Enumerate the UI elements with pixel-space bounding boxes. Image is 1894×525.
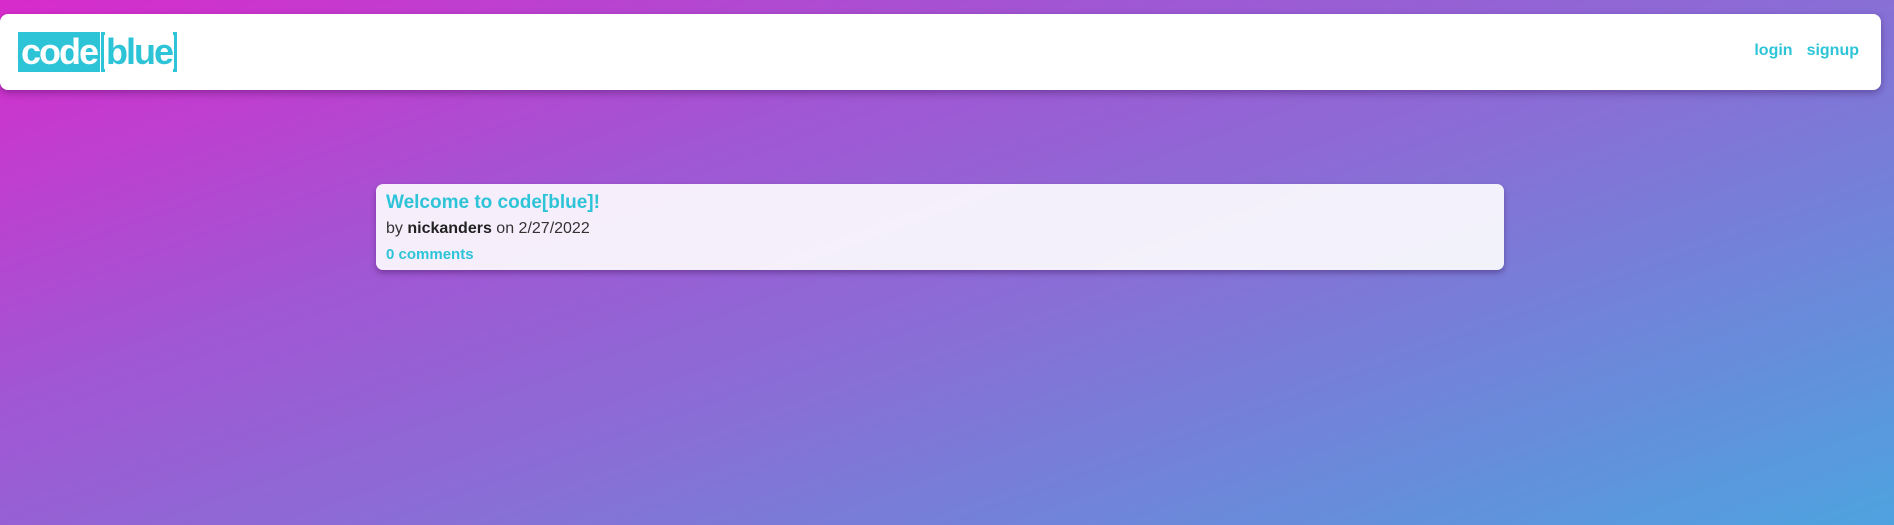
post-card: Welcome to code[blue]! by nickanders on … xyxy=(376,184,1504,270)
post-date: 2/27/2022 xyxy=(518,220,590,237)
post-author: nickanders xyxy=(407,220,492,237)
top-navbar: code blue login signup xyxy=(0,14,1881,90)
login-link[interactable]: login xyxy=(1754,42,1792,60)
post-by-label: by xyxy=(386,220,403,237)
post-on-label: on xyxy=(496,220,515,237)
logo-right-bracket xyxy=(173,32,178,72)
signup-link[interactable]: signup xyxy=(1807,42,1859,60)
logo-blue-text: blue xyxy=(106,31,174,72)
logo-code-text: code xyxy=(18,32,101,72)
post-meta: by nickanders on 2/27/2022 xyxy=(386,220,1494,238)
site-logo[interactable]: code blue xyxy=(18,31,178,72)
post-title-link[interactable]: Welcome to code[blue]! xyxy=(386,192,1494,214)
nav-links: login signup xyxy=(1754,42,1859,60)
post-comments-link[interactable]: 0 comments xyxy=(386,246,1494,263)
